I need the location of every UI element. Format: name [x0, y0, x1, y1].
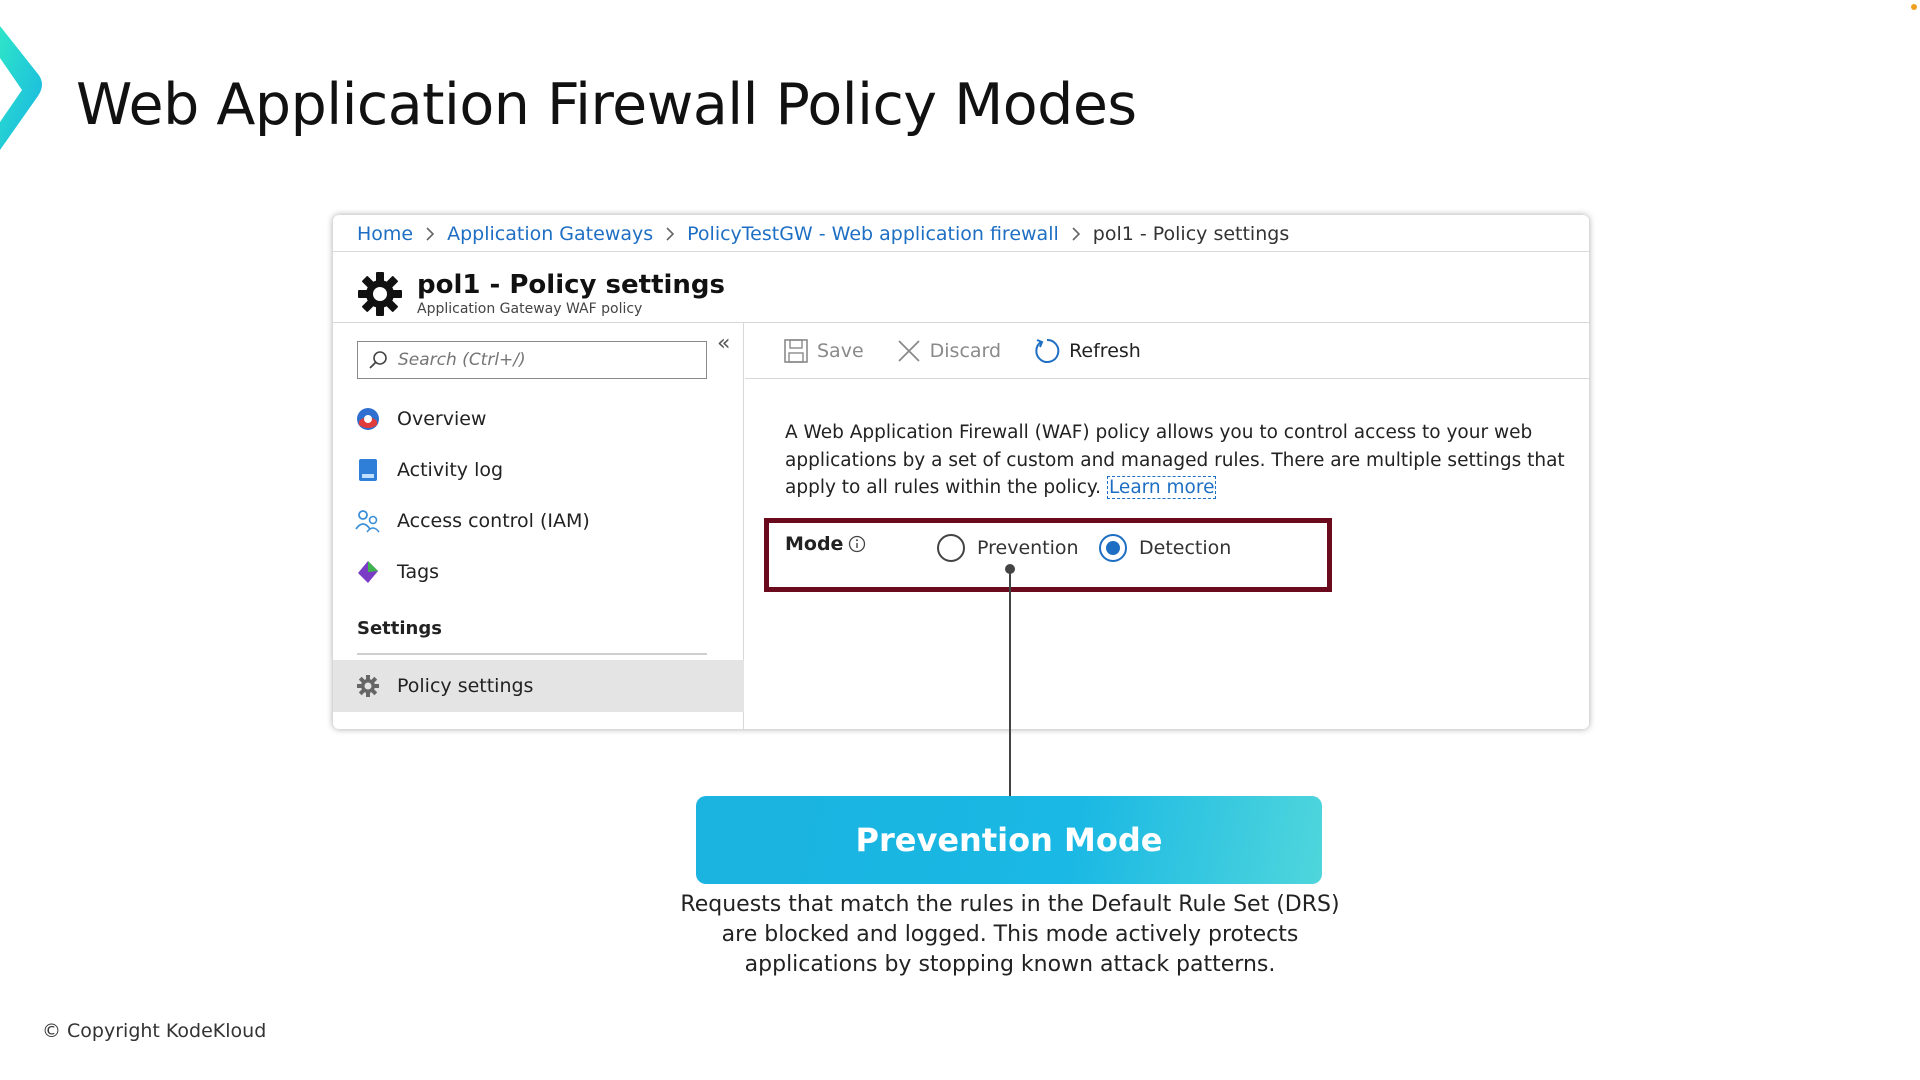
- chevron-right-icon: [665, 226, 675, 242]
- discard-label: Discard: [929, 339, 1002, 362]
- tag-icon: [355, 559, 381, 585]
- refresh-icon: [1035, 338, 1060, 363]
- search-box[interactable]: [357, 341, 707, 379]
- breadcrumb-policytestgw[interactable]: PolicyTestGW - Web application firewall: [687, 223, 1059, 245]
- collapse-sidebar-button[interactable]: «: [717, 331, 730, 356]
- chevron-right-icon: [1071, 226, 1081, 242]
- chevron-right-icon: [425, 226, 435, 242]
- sidebar: « Overview Activity log: [333, 323, 744, 729]
- azure-portal-window: Home Application Gateways PolicyTestGW -…: [333, 215, 1589, 729]
- breadcrumb: Home Application Gateways PolicyTestGW -…: [357, 217, 1289, 251]
- iam-icon: [355, 508, 381, 534]
- info-icon[interactable]: [848, 535, 866, 553]
- radio-checked-icon: [1099, 534, 1127, 562]
- page-title: pol1 - Policy settings: [417, 270, 726, 300]
- gear-icon: [355, 673, 381, 699]
- page-subtitle: Application Gateway WAF policy: [417, 301, 643, 317]
- sidebar-item-label: Activity log: [397, 459, 504, 481]
- sidebar-section-settings: Settings: [357, 618, 442, 639]
- page-header: pol1 - Policy settings Application Gatew…: [355, 259, 725, 329]
- sidebar-item-tags[interactable]: Tags: [333, 548, 744, 596]
- mode-radio-detection[interactable]: Detection: [1099, 534, 1231, 562]
- refresh-label: Refresh: [1069, 339, 1141, 362]
- radio-label-prevention: Prevention: [977, 537, 1079, 559]
- callout-title: Prevention Mode: [855, 821, 1163, 859]
- breadcrumb-divider: [333, 251, 1589, 252]
- radio-label-detection: Detection: [1139, 537, 1232, 559]
- mode-radio-prevention[interactable]: Prevention: [937, 534, 1079, 562]
- save-button[interactable]: Save: [783, 338, 864, 364]
- breadcrumb-home[interactable]: Home: [357, 223, 413, 245]
- toolbar: Save Discard Refresh: [745, 323, 1589, 379]
- learn-more-link[interactable]: Learn more: [1106, 476, 1217, 499]
- search-input[interactable]: [398, 350, 688, 370]
- slide-title: Web Application Firewall Policy Modes: [76, 72, 1137, 138]
- policy-description: A Web Application Firewall (WAF) policy …: [785, 419, 1575, 502]
- breadcrumb-application-gateways[interactable]: Application Gateways: [447, 223, 653, 245]
- breadcrumb-current: pol1 - Policy settings: [1092, 223, 1290, 245]
- gear-icon: [358, 272, 402, 316]
- connector-line: [1009, 570, 1011, 796]
- radio-unchecked-icon: [937, 534, 965, 562]
- close-icon: [898, 339, 920, 362]
- overview-icon: [355, 406, 381, 432]
- mode-label: Mode: [785, 533, 866, 555]
- section-divider: [357, 653, 707, 655]
- sidebar-item-label: Policy settings: [397, 675, 534, 697]
- sidebar-item-label: Overview: [397, 408, 487, 430]
- prevention-mode-callout: Prevention Mode: [696, 796, 1322, 884]
- sidebar-item-activity-log[interactable]: Activity log: [333, 446, 744, 494]
- sidebar-item-policy-settings[interactable]: Policy settings: [333, 660, 744, 712]
- corner-dot: [1911, 4, 1917, 10]
- sidebar-item-access-control[interactable]: Access control (IAM): [333, 497, 744, 545]
- mode-label-text: Mode: [785, 533, 844, 555]
- sidebar-item-overview[interactable]: Overview: [333, 395, 744, 443]
- activity-log-icon: [355, 457, 381, 483]
- copyright-text: © Copyright KodeKloud: [42, 1020, 267, 1042]
- save-label: Save: [817, 339, 864, 362]
- search-icon: [369, 351, 387, 369]
- discard-button[interactable]: Discard: [896, 338, 1001, 364]
- sidebar-item-label: Access control (IAM): [397, 510, 590, 532]
- callout-description: Requests that match the rules in the Def…: [680, 892, 1340, 977]
- save-icon: [784, 338, 808, 363]
- kodekloud-logo-shape: [0, 26, 42, 150]
- sidebar-item-label: Tags: [397, 561, 440, 583]
- refresh-button[interactable]: Refresh: [1033, 337, 1141, 365]
